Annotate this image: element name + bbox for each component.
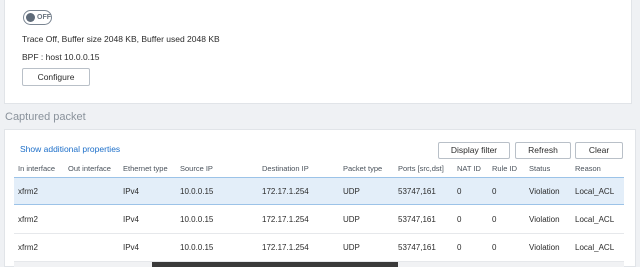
show-additional-properties-link[interactable]: Show additional properties (20, 144, 120, 154)
clear-button[interactable]: Clear (575, 142, 623, 159)
column-header[interactable]: NAT ID (457, 164, 481, 173)
column-header[interactable]: Reason (575, 164, 601, 173)
column-header[interactable]: Packet type (343, 164, 382, 173)
cell-status: Violation (529, 243, 560, 252)
column-header[interactable]: Ethernet type (123, 164, 168, 173)
column-header[interactable]: Ports [src,dst] (398, 164, 444, 173)
cell-source-ip: 10.0.0.15 (180, 187, 214, 196)
configure-button[interactable]: Configure (22, 68, 90, 86)
cell-reason: Local_ACL (575, 215, 615, 224)
bpf-filter-text: BPF : host 10.0.0.15 (22, 52, 100, 62)
cell-destination-ip: 172.17.1.254 (262, 215, 309, 224)
column-header[interactable]: Out interface (68, 164, 111, 173)
column-header[interactable]: In interface (18, 164, 55, 173)
trace-toggle[interactable]: OFF (23, 10, 52, 25)
cell-ports: 53747,161 (398, 243, 436, 252)
cell-nat-id: 0 (457, 215, 462, 224)
cell-destination-ip: 172.17.1.254 (262, 243, 309, 252)
cell-ethernet-type: IPv4 (123, 243, 140, 252)
cell-reason: Local_ACL (575, 187, 615, 196)
column-header[interactable]: Destination IP (262, 164, 309, 173)
cell-packet-type: UDP (343, 243, 360, 252)
cell-ports: 53747,161 (398, 187, 436, 196)
trace-settings-panel: OFF Trace Off, Buffer size 2048 KB, Buff… (4, 0, 632, 104)
cell-ethernet-type: IPv4 (123, 215, 140, 224)
column-header[interactable]: Source IP (180, 164, 213, 173)
cell-rule-id: 0 (492, 187, 497, 196)
cell-ports: 53747,161 (398, 215, 436, 224)
cell-nat-id: 0 (457, 187, 462, 196)
cell-source-ip: 10.0.0.15 (180, 243, 214, 252)
cell-packet-type: UDP (343, 187, 360, 196)
cell-reason: Local_ACL (575, 243, 615, 252)
table-row[interactable]: xfrm2 IPv4 10.0.0.15 172.17.1.254 UDP 53… (14, 177, 624, 205)
refresh-button[interactable]: Refresh (515, 142, 571, 159)
toggle-knob (26, 13, 35, 22)
cell-status: Violation (529, 187, 560, 196)
cell-source-ip: 10.0.0.15 (180, 215, 214, 224)
cell-ethernet-type: IPv4 (123, 187, 140, 196)
cell-destination-ip: 172.17.1.254 (262, 187, 309, 196)
cell-nat-id: 0 (457, 243, 462, 252)
cell-in-interface: xfrm2 (18, 187, 38, 196)
toggle-state-label: OFF (37, 14, 51, 21)
table-row[interactable]: xfrm2 IPv4 10.0.0.15 172.17.1.254 UDP 53… (14, 206, 624, 234)
section-title: Captured packet (5, 111, 86, 123)
table-row[interactable]: xfrm2 IPv4 10.0.0.15 172.17.1.254 UDP 53… (14, 234, 624, 262)
trace-status-text: Trace Off, Buffer size 2048 KB, Buffer u… (22, 34, 220, 44)
cell-rule-id: 0 (492, 215, 497, 224)
cell-packet-type: UDP (343, 215, 360, 224)
display-filter-button[interactable]: Display filter (438, 142, 510, 159)
cell-rule-id: 0 (492, 243, 497, 252)
cell-in-interface: xfrm2 (18, 215, 38, 224)
cell-status: Violation (529, 215, 560, 224)
column-header[interactable]: Rule ID (492, 164, 517, 173)
column-header[interactable]: Status (529, 164, 550, 173)
cell-in-interface: xfrm2 (18, 243, 38, 252)
horizontal-scrollbar-thumb[interactable] (152, 262, 398, 267)
